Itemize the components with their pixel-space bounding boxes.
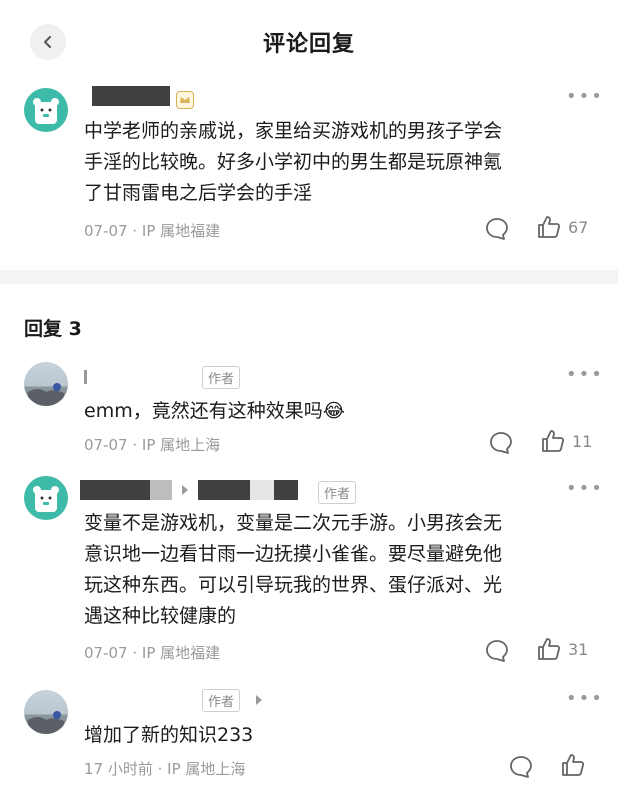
- reply-text: emm，竟然还有这种效果吗😂: [84, 400, 345, 422]
- author-tag: 作者: [202, 689, 241, 712]
- page-title: 评论回复: [262, 32, 355, 57]
- comment-text-line: 手淫的比较晚。好多小学初中的男生都是玩原神氪: [84, 151, 503, 173]
- reply-text: 变量不是游戏机，变量是二次元手游。小男孩会无 意识地一边看甘雨一边抚摸小雀雀。要…: [84, 508, 502, 632]
- thumb-up-icon: [542, 430, 565, 452]
- comment-location: · IP 属地福建: [132, 222, 221, 240]
- reply-text: 增加了新的知识233: [84, 724, 254, 746]
- avatar[interactable]: [24, 88, 68, 132]
- bear-avatar-icon: [33, 98, 59, 124]
- like-button[interactable]: 67: [536, 214, 588, 240]
- comment-text-line: 了甘雨雷电之后学会的手淫: [84, 182, 313, 204]
- more-icon[interactable]: •••: [566, 688, 604, 709]
- reply-button[interactable]: [508, 754, 534, 780]
- author-tag: 作者: [202, 366, 241, 389]
- like-button[interactable]: 31: [536, 636, 588, 662]
- top-bar: 评论回复: [0, 0, 618, 80]
- reply-location: · IP 属地上海: [157, 760, 246, 778]
- avatar[interactable]: [24, 362, 68, 406]
- username-redacted[interactable]: [80, 480, 150, 500]
- comment-meta: 07-07 · IP 属地福建: [84, 220, 220, 241]
- comment-text-line: 中学老师的亲戚说，家里给买游戏机的男孩子学会: [84, 120, 503, 142]
- more-icon[interactable]: •••: [566, 86, 604, 107]
- like-count: 11: [572, 431, 593, 451]
- username-redacted[interactable]: [84, 370, 87, 384]
- replies-heading: 回复 3: [24, 318, 82, 340]
- reply-date: 17 小时前: [84, 760, 153, 778]
- like-count: 31: [568, 639, 589, 659]
- reply-date: 07-07: [84, 644, 128, 662]
- crown-badge-icon: [176, 91, 194, 109]
- reply-text-line: 玩这种东西。可以引导玩我的世界、蛋仔派对、光: [84, 574, 503, 596]
- comment-icon: [486, 218, 508, 240]
- username-redacted[interactable]: [92, 86, 170, 106]
- reply-button[interactable]: [484, 216, 510, 242]
- comment-icon: [486, 640, 508, 662]
- reply-target-redacted[interactable]: [198, 480, 250, 500]
- reply-date: 07-07: [84, 436, 128, 454]
- avatar[interactable]: [24, 690, 68, 734]
- thumb-up-icon: [538, 638, 561, 660]
- reply-meta: 07-07 · IP 属地上海: [84, 434, 220, 455]
- reply-button[interactable]: [484, 638, 510, 664]
- comment-text: 中学老师的亲戚说，家里给买游戏机的男孩子学会 手淫的比较晚。好多小学初中的男生都…: [84, 116, 502, 209]
- reply-target-redacted: [250, 480, 274, 500]
- comment-date: 07-07: [84, 222, 128, 240]
- reply-text-line: 遇这种比较健康的: [84, 605, 237, 627]
- like-count: 67: [568, 217, 589, 237]
- author-tag: 作者: [318, 481, 357, 504]
- reply-text-line: 意识地一边看甘雨一边抚摸小雀雀。要尽量避免他: [84, 543, 503, 565]
- bear-avatar-icon: [33, 486, 59, 512]
- reply-meta: 07-07 · IP 属地福建: [84, 642, 220, 663]
- photo-avatar-icon: [28, 711, 64, 734]
- comment-icon: [490, 432, 512, 454]
- more-icon[interactable]: •••: [566, 364, 604, 385]
- like-button[interactable]: [560, 752, 586, 778]
- reply-meta: 17 小时前 · IP 属地上海: [84, 758, 245, 779]
- section-divider: [0, 270, 618, 284]
- thumb-up-icon: [562, 754, 585, 776]
- more-icon[interactable]: •••: [566, 478, 604, 499]
- reply-to-arrow-icon: [256, 695, 262, 705]
- reply-location: · IP 属地福建: [132, 644, 221, 662]
- reply-text-line: 变量不是游戏机，变量是二次元手游。小男孩会无: [84, 512, 503, 534]
- reply-target-redacted: [274, 480, 298, 500]
- like-button[interactable]: 11: [540, 428, 592, 454]
- photo-avatar-icon: [28, 383, 64, 406]
- thumb-up-icon: [538, 216, 561, 238]
- avatar[interactable]: [24, 476, 68, 520]
- reply-location: · IP 属地上海: [132, 436, 221, 454]
- username-redacted: [150, 480, 172, 500]
- reply-button[interactable]: [488, 430, 514, 456]
- reply-to-arrow-icon: [182, 485, 188, 495]
- comment-icon: [510, 756, 532, 778]
